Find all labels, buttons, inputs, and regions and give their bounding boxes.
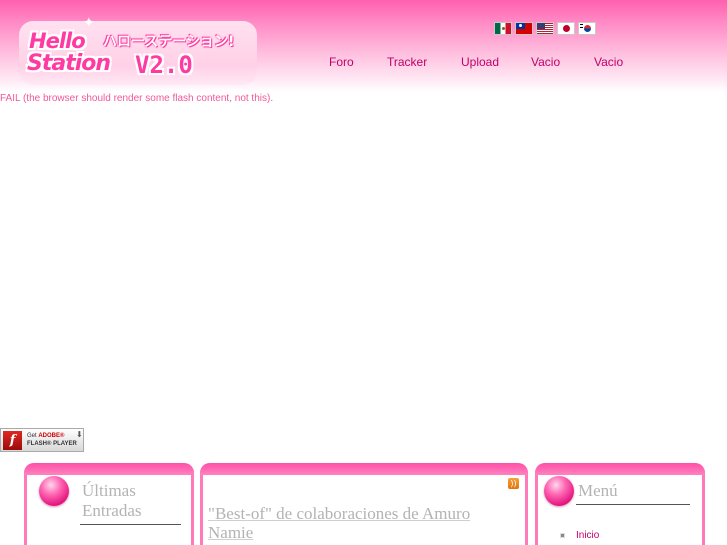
site-header: ✦ Hello Station ハローステーション! V2.0 Foro Tra… (0, 0, 727, 92)
post-title[interactable]: "Best-of" de colaboraciones de Amuro Nam… (208, 504, 508, 542)
rss-icon[interactable]: )) (508, 478, 519, 489)
nav-item-upload[interactable]: Upload (461, 55, 499, 69)
nav-item-tracker[interactable]: Tracker (387, 55, 427, 69)
get-flash-player-button[interactable]: f Get ADOBE® FLASH® PLAYER ⬇ (0, 428, 84, 452)
pink-orb-icon (39, 476, 69, 506)
nav-item-foro[interactable]: Foro (329, 55, 354, 69)
main-content-panel: )) "Best-of" de colaboraciones de Amuro … (200, 463, 528, 545)
title-divider (576, 504, 690, 505)
flash-fail-message: FAIL (the browser should render some fla… (0, 93, 274, 104)
menu-title: Menú (578, 481, 618, 500)
panel-header-bar (200, 463, 528, 475)
flag-korea-icon[interactable] (578, 22, 596, 35)
download-arrow-icon: ⬇ (76, 430, 83, 439)
logo-katakana-text: ハローステーション! (103, 34, 235, 50)
flash-badge-brand: ADOBE® (38, 433, 65, 439)
flag-mexico-icon[interactable] (494, 22, 512, 35)
flash-badge-get: Get ADOBE® (27, 433, 64, 440)
flash-badge-player: FLASH® PLAYER (27, 441, 77, 447)
panel-header-bar (24, 463, 194, 475)
flag-japan-icon[interactable] (557, 22, 575, 35)
site-logo[interactable]: ✦ Hello Station ハローステーション! V2.0 (19, 15, 257, 85)
flash-logo-icon: f (3, 431, 22, 450)
menu-panel: Menú Inicio (535, 463, 705, 545)
flag-usa-icon[interactable] (536, 22, 554, 35)
logo-version-text: V2.0 (135, 51, 193, 79)
post-title-line1[interactable]: "Best-of" de colaboraciones de Amuro (208, 504, 470, 523)
square-bullet-icon (560, 533, 565, 538)
menu-item-label[interactable]: Inicio (576, 530, 599, 541)
language-flags (494, 22, 596, 35)
pink-orb-icon (544, 476, 574, 506)
logo-station-text: Station (27, 51, 111, 76)
panel-header-bar (535, 463, 705, 475)
flash-badge-get-label: Get (27, 433, 37, 439)
post-title-line2[interactable]: Namie (208, 523, 253, 542)
latest-entries-panel: Últimas Entradas (24, 463, 194, 545)
logo-hello-text: Hello (29, 29, 86, 53)
flag-taiwan-icon[interactable] (515, 22, 533, 35)
menu-item-inicio[interactable]: Inicio (560, 530, 599, 542)
nav-item-vacio-2[interactable]: Vacio (594, 55, 623, 69)
latest-entries-title-line2: Entradas (82, 501, 142, 520)
latest-entries-title-line1: Últimas (82, 481, 136, 500)
nav-item-vacio-1[interactable]: Vacio (531, 55, 560, 69)
menu-list: Inicio (560, 530, 599, 542)
title-divider (80, 524, 181, 525)
main-nav: Foro Tracker Upload Vacio Vacio (312, 55, 642, 71)
